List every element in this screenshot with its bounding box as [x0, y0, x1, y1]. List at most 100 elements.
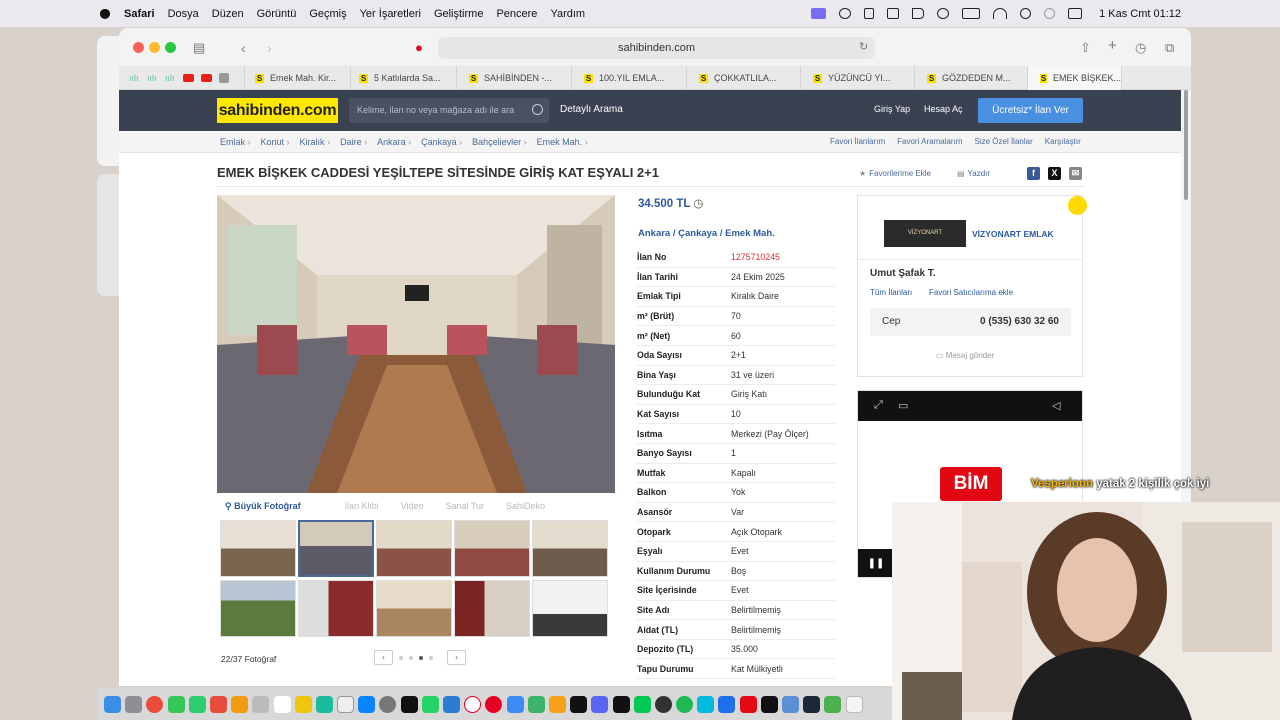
star-icon[interactable]: ★ — [859, 169, 866, 178]
screen-recording-icon[interactable] — [811, 8, 827, 19]
pager-dot[interactable] — [399, 655, 403, 660]
pip-icon[interactable]: ▭ — [898, 399, 908, 412]
register-link[interactable]: Hesap Aç — [924, 104, 963, 114]
phone-number[interactable]: 0 (535) 630 32 60 — [980, 316, 1059, 327]
favorite-searches-link[interactable]: Favori Aramalarım — [897, 137, 962, 146]
favorite-seller-link[interactable]: Favori Satıcılarıma ekle — [929, 288, 1013, 297]
capcut-dock-icon[interactable] — [612, 695, 630, 713]
breadcrumb-item[interactable]: Ankara — [377, 137, 411, 147]
breadcrumb-item[interactable]: Daire — [340, 137, 367, 147]
pause-icon[interactable]: ❚❚ — [858, 549, 894, 577]
expand-icon[interactable]: ⤢ — [874, 399, 883, 412]
menu-yer-isaretleri[interactable]: Yer İşaretleri — [360, 8, 421, 20]
large-photo-tab[interactable]: ⚲ Büyük Fotoğraf — [225, 501, 323, 512]
send-message-link[interactable]: ▭ Mesaj gönder — [936, 351, 994, 360]
blank-app-icon[interactable] — [273, 695, 291, 713]
all-ads-link[interactable]: Tüm İlanları — [870, 288, 912, 297]
tab-cokkatlila[interactable]: S ÇOKKATLILA... — [687, 66, 801, 90]
capcut-icon[interactable] — [400, 695, 418, 713]
tab-emek-biskek-active[interactable]: S EMEK BİŞKEK... — [1028, 66, 1122, 90]
pinned-tab[interactable] — [215, 66, 245, 90]
text-edit-icon[interactable] — [337, 695, 355, 713]
photos-icon[interactable] — [231, 695, 249, 713]
photo-thumbnail[interactable] — [220, 580, 296, 637]
x-share-icon[interactable]: X — [1048, 167, 1061, 180]
tab-overview-icon[interactable]: ⧉ — [1165, 40, 1174, 56]
ad-clip-tab[interactable]: İlan Klibi — [345, 501, 379, 511]
preview-icon[interactable] — [845, 695, 863, 713]
kick-icon[interactable] — [633, 695, 651, 713]
tab-gozdeden[interactable]: S GÖZDEDEN M... — [915, 66, 1028, 90]
reload-icon[interactable]: ↻ — [859, 40, 868, 53]
whatsapp-icon[interactable] — [421, 695, 439, 713]
drive-icon[interactable] — [824, 695, 842, 713]
battery-icon[interactable] — [962, 8, 981, 19]
next-page-button[interactable]: › — [447, 650, 466, 665]
photo-thumbnail-selected[interactable] — [298, 520, 374, 577]
breadcrumb-item[interactable]: Emlak — [220, 137, 251, 147]
address-bar[interactable]: sahibinden.com — [438, 37, 875, 59]
pinterest-icon[interactable]: ● — [415, 40, 423, 55]
play-icon[interactable] — [937, 8, 950, 19]
moon-icon[interactable] — [1044, 8, 1056, 19]
tab-5-katlilarda[interactable]: S 5 Katlılarda Sa... — [351, 66, 457, 90]
prev-page-button[interactable]: ‹ — [374, 650, 393, 665]
app-status-icon[interactable] — [864, 8, 875, 19]
app-store-icon[interactable] — [358, 695, 376, 713]
pages-icon[interactable] — [548, 695, 566, 713]
discord-icon[interactable] — [591, 695, 609, 713]
listing-location[interactable]: Ankara / Çankaya / Emek Mah. — [638, 228, 775, 239]
login-link[interactable]: Giriş Yap — [874, 104, 910, 114]
acrobat-icon[interactable] — [209, 695, 227, 713]
new-tab-icon[interactable]: + — [1108, 37, 1117, 54]
tab-yuzuncu-yil[interactable]: S YÜZÜNCÜ YI... — [801, 66, 915, 90]
photo-thumbnail[interactable] — [376, 520, 452, 577]
share-icon[interactable]: ⇧ — [1080, 40, 1091, 56]
printer-icon[interactable]: ▤ — [957, 169, 965, 178]
x-app-icon[interactable] — [570, 695, 588, 713]
close-window-button[interactable] — [133, 42, 144, 53]
photo-thumbnail[interactable] — [532, 580, 608, 637]
scrollbar-thumb[interactable] — [1184, 90, 1188, 200]
add-favorite-link[interactable]: Favorilerime Ekle — [869, 169, 931, 178]
agency-name[interactable]: VİZYONART EMLAK — [972, 229, 1054, 239]
photo-thumbnail[interactable] — [454, 520, 530, 577]
pager-dot[interactable] — [409, 655, 413, 660]
pinned-tab[interactable]: ıılı — [125, 66, 143, 90]
photo-thumbnail[interactable] — [376, 580, 452, 637]
menu-gelistirme[interactable]: Geliştirme — [434, 8, 484, 20]
detailed-search-link[interactable]: Detaylı Arama — [560, 104, 623, 115]
pinned-tab[interactable] — [179, 66, 197, 90]
volume-icon[interactable] — [912, 8, 925, 19]
history-icon[interactable]: ◷ — [1135, 40, 1146, 56]
post-ad-button[interactable]: Ücretsiz* İlan Ver — [978, 98, 1083, 123]
pager-dot-active[interactable] — [419, 655, 423, 660]
wifi-icon[interactable] — [993, 8, 1008, 19]
agency-logo[interactable]: VİZYONART — [884, 220, 966, 247]
search-icon[interactable] — [1020, 8, 1032, 19]
spotify-icon[interactable] — [676, 695, 694, 713]
photo-thumbnail[interactable] — [298, 580, 374, 637]
facetime-icon[interactable] — [188, 695, 206, 713]
youtube-dock-icon[interactable] — [739, 695, 757, 713]
steam-icon[interactable] — [803, 695, 821, 713]
opera-icon[interactable] — [464, 695, 482, 713]
favorite-listings-link[interactable]: Favori İlanlarım — [830, 137, 885, 146]
tab-100-yil[interactable]: S 100.YIL EMLA... — [572, 66, 687, 90]
menu-app-name[interactable]: Safari — [124, 8, 155, 20]
video-tab[interactable]: Video — [401, 501, 424, 511]
search-input[interactable]: Kelime, ilan no veya mağaza adı ile ara — [349, 98, 549, 123]
menu-yardim[interactable]: Yardım — [550, 8, 585, 20]
print-link[interactable]: Yazdır — [968, 169, 991, 178]
sahideko-tab[interactable]: SahiDeko — [506, 501, 545, 511]
breadcrumb-item[interactable]: Kiralık — [300, 137, 331, 147]
menu-duzen[interactable]: Düzen — [212, 8, 244, 20]
breadcrumb-item[interactable]: Konut — [261, 137, 290, 147]
prime-video-icon[interactable] — [782, 695, 799, 713]
photo-thumbnail[interactable] — [532, 520, 608, 577]
chatgpt-icon[interactable] — [315, 695, 333, 713]
photo-thumbnail[interactable] — [220, 520, 296, 577]
compare-link[interactable]: Karşılaştır — [1045, 137, 1081, 146]
messages-icon[interactable] — [167, 695, 185, 713]
virtual-tour-tab[interactable]: Sanal Tur — [445, 501, 484, 511]
